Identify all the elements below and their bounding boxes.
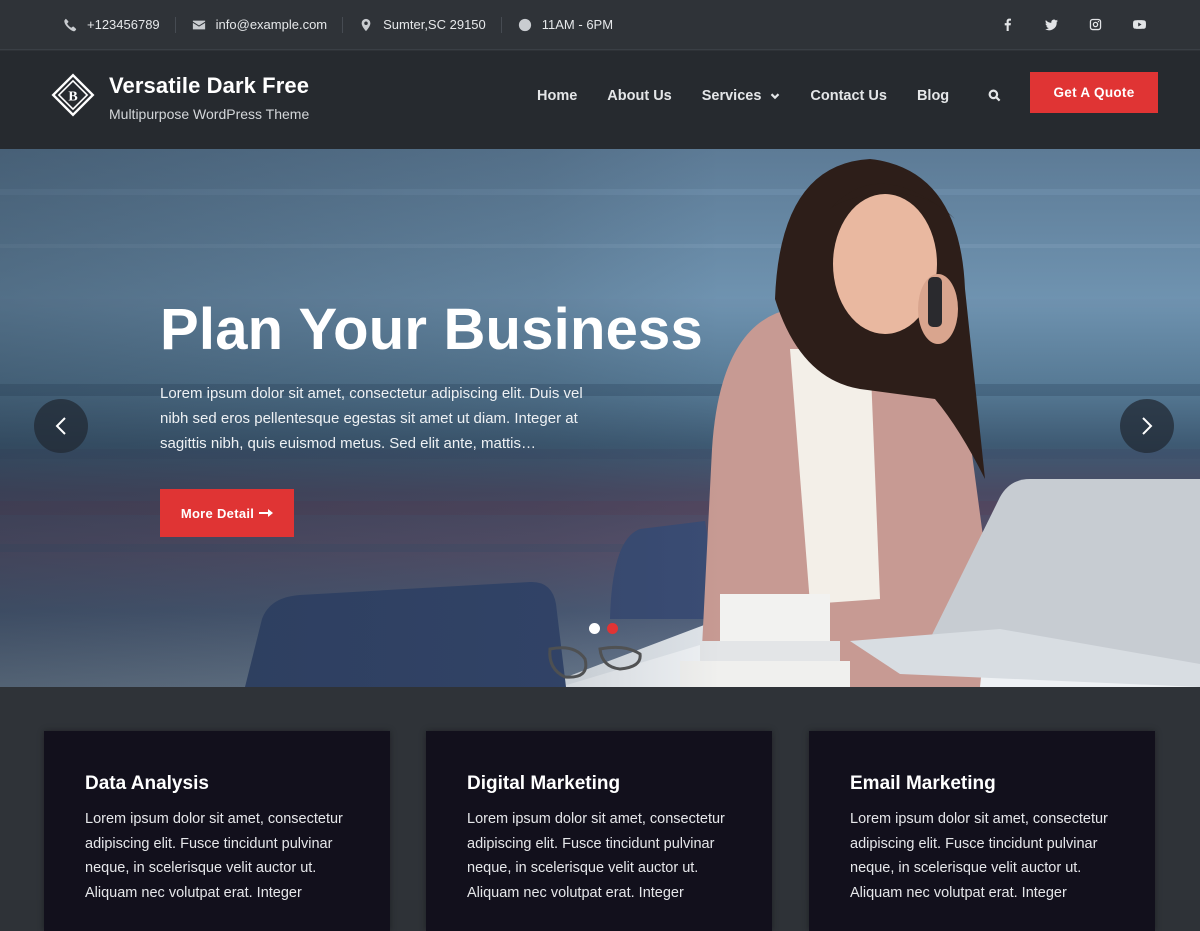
- contact-email-text: info@example.com: [215, 17, 328, 32]
- contact-hours-text: 11AM - 6PM: [541, 17, 614, 32]
- map-pin-icon: [359, 18, 373, 32]
- more-detail-button[interactable]: More Detail: [160, 489, 294, 537]
- contact-email[interactable]: info@example.com: [192, 16, 344, 33]
- instagram-icon[interactable]: [1088, 17, 1102, 31]
- social-links: [1000, 17, 1146, 31]
- contact-phone-text: +123456789: [87, 17, 160, 32]
- chevron-down-icon: [770, 91, 780, 101]
- site-tagline: Multipurpose WordPress Theme: [109, 106, 310, 122]
- nav-contact-us[interactable]: Contact Us: [810, 88, 887, 104]
- service-title[interactable]: Email Marketing: [850, 773, 996, 795]
- nav-services[interactable]: Services: [702, 88, 781, 104]
- main-nav: Home About Us Services Contact Us Blog: [537, 88, 1002, 104]
- hero-description: Lorem ipsum dolor sit amet, consectetur …: [160, 385, 583, 452]
- contact-address: Sumter,SC 29150: [359, 16, 502, 33]
- top-bar: +123456789 info@example.com Sumter,SC 29…: [0, 0, 1200, 50]
- slider-next-button[interactable]: [1120, 399, 1174, 453]
- clock-icon: [518, 18, 532, 32]
- search-icon[interactable]: [988, 89, 1002, 103]
- chevron-right-icon: [1142, 417, 1153, 435]
- arrow-right-icon: [259, 508, 274, 518]
- site-header: B Versatile Dark Free Multipurpose WordP…: [0, 51, 1200, 149]
- service-description: Lorem ipsum dolor sit amet, consectetur …: [850, 811, 1108, 901]
- phone-icon: [63, 18, 77, 32]
- service-card: Data Analysis Lorem ipsum dolor sit amet…: [44, 731, 390, 931]
- logo-letter: B: [68, 90, 77, 105]
- contact-info: +123456789 info@example.com Sumter,SC 29…: [0, 16, 628, 33]
- chevron-left-icon: [55, 417, 66, 435]
- nav-about-us-label: About Us: [607, 88, 672, 104]
- slider-prev-button[interactable]: [34, 399, 88, 453]
- services-section: Data Analysis Lorem ipsum dolor sit amet…: [0, 687, 1200, 931]
- hero-slider: Plan Your Business Lorem ipsum dolor sit…: [0, 149, 1200, 687]
- get-a-quote-button[interactable]: Get A Quote: [1030, 72, 1158, 113]
- service-title[interactable]: Data Analysis: [85, 773, 209, 795]
- hero-title: Plan Your Business: [160, 297, 703, 362]
- contact-phone[interactable]: +123456789: [63, 16, 176, 33]
- slider-dot-2[interactable]: [607, 623, 618, 634]
- nav-services-label: Services: [701, 88, 762, 104]
- facebook-icon[interactable]: [1000, 17, 1014, 31]
- nav-home[interactable]: Home: [537, 88, 577, 104]
- service-description: Lorem ipsum dolor sit amet, consectetur …: [85, 811, 343, 901]
- nav-home-label: Home: [537, 88, 578, 104]
- nav-blog-label: Blog: [916, 88, 950, 104]
- service-card: Digital Marketing Lorem ipsum dolor sit …: [426, 731, 772, 931]
- slider-dots: [589, 623, 618, 634]
- youtube-icon[interactable]: [1132, 17, 1146, 31]
- envelope-icon: [192, 18, 206, 32]
- nav-about-us[interactable]: About Us: [607, 88, 671, 104]
- nav-contact-us-label: Contact Us: [810, 88, 887, 104]
- contact-hours: 11AM - 6PM: [518, 17, 628, 33]
- site-title[interactable]: Versatile Dark Free: [109, 73, 309, 99]
- nav-blog[interactable]: Blog: [917, 88, 949, 104]
- slider-dot-1[interactable]: [589, 623, 600, 634]
- service-title[interactable]: Digital Marketing: [467, 773, 620, 795]
- contact-address-text: Sumter,SC 29150: [383, 17, 486, 32]
- twitter-icon[interactable]: [1044, 17, 1058, 31]
- more-detail-label: More Detail: [180, 505, 255, 521]
- service-card: Email Marketing Lorem ipsum dolor sit am…: [809, 731, 1155, 931]
- site-logo[interactable]: B: [50, 72, 96, 118]
- service-description: Lorem ipsum dolor sit amet, consectetur …: [467, 811, 725, 901]
